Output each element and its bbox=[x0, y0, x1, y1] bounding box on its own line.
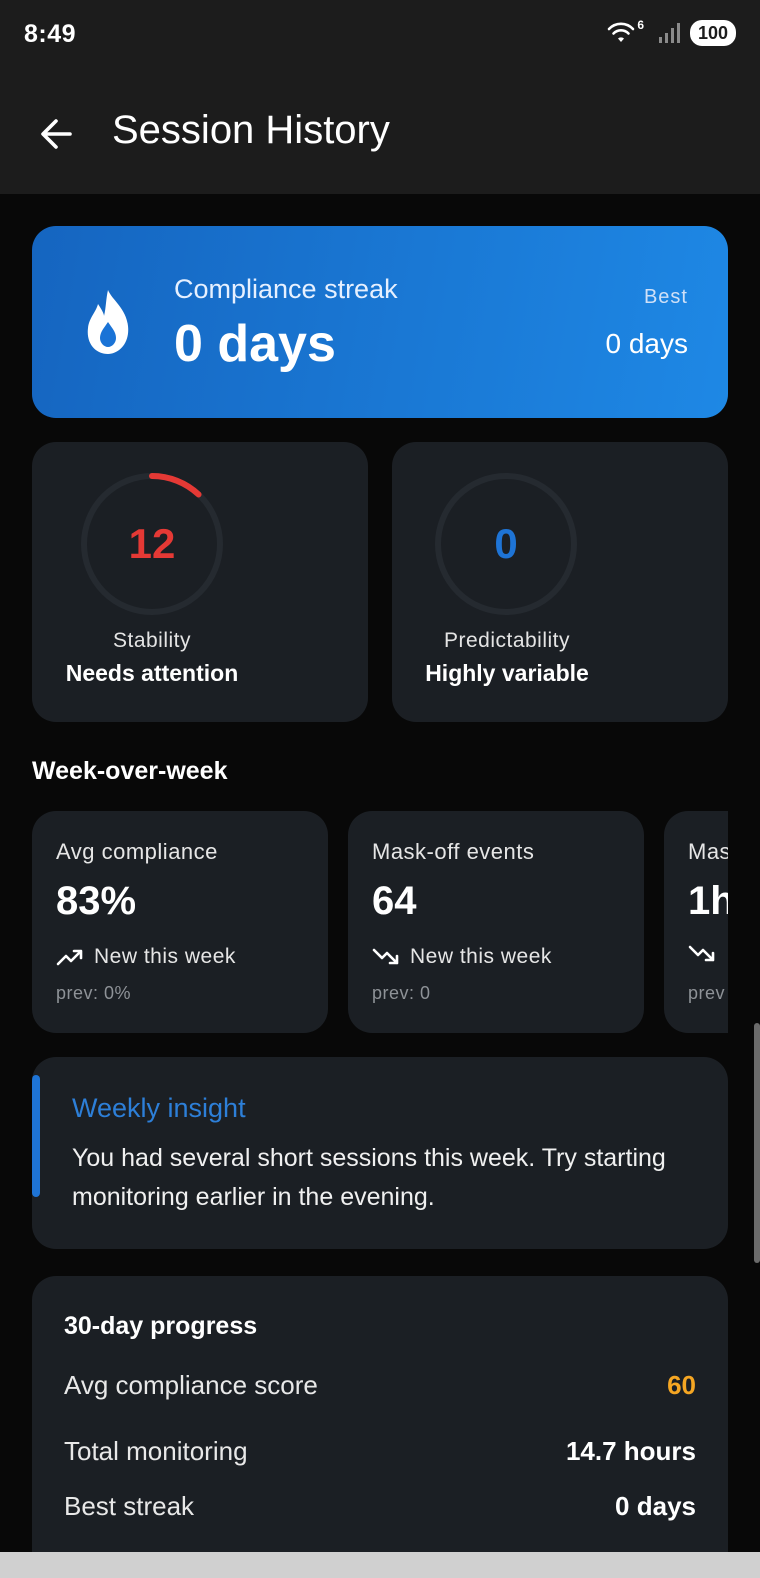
wow-value: 1h bbox=[688, 879, 728, 923]
progress-row-value: 0 days bbox=[615, 1491, 696, 1521]
progress-card: 30-day progress Avg compliance score 60 … bbox=[32, 1276, 728, 1578]
stability-status: Needs attention bbox=[65, 660, 239, 686]
scrollbar-thumb[interactable] bbox=[754, 1023, 760, 1263]
status-icons: 6 100 bbox=[607, 18, 736, 46]
wow-value: 64 bbox=[372, 879, 417, 923]
progress-row-value: 60 bbox=[667, 1370, 696, 1400]
stability-label: Stability bbox=[112, 629, 192, 652]
stability-card[interactable]: 12 Stability Needs attention bbox=[32, 442, 368, 722]
predictability-label: Predictability bbox=[443, 629, 571, 652]
avg-compliance-card[interactable]: Avg compliance 83% New this week prev: 0… bbox=[32, 811, 328, 1033]
compliance-streak-card: Compliance streak 0 days Best 0 days bbox=[32, 226, 728, 418]
signal-icon bbox=[659, 23, 680, 43]
wow-trend-text: New this week bbox=[410, 945, 552, 968]
week-over-week-carousel[interactable]: Avg compliance 83% New this week prev: 0… bbox=[32, 811, 728, 1035]
trending-up-icon bbox=[56, 949, 83, 966]
wow-prev: prev bbox=[688, 983, 726, 1003]
stability-value: 12 bbox=[128, 520, 176, 567]
progress-row-best-streak: Best streak 0 days bbox=[64, 1491, 696, 1522]
progress-title: 30-day progress bbox=[64, 1312, 258, 1340]
weekly-insight-card: Weekly insight You had several short ses… bbox=[32, 1057, 728, 1249]
mask-duration-card[interactable]: Mas 1h prev bbox=[664, 811, 728, 1033]
progress-row-label: Total monitoring bbox=[64, 1436, 248, 1466]
wow-trend: New this week bbox=[372, 945, 552, 969]
trending-down-icon bbox=[688, 945, 715, 962]
wow-trend-text: New this week bbox=[94, 945, 236, 968]
arrow-left-icon bbox=[41, 119, 72, 149]
progress-row-avg-score: Avg compliance score 60 bbox=[64, 1370, 696, 1401]
wifi-badge: 6 bbox=[637, 18, 644, 32]
wow-prev: prev: 0 bbox=[372, 983, 431, 1003]
battery-indicator: 100 bbox=[690, 20, 736, 46]
flame-drop-icon bbox=[87, 290, 129, 354]
wow-value: 83% bbox=[56, 879, 137, 923]
status-time: 8:49 bbox=[24, 20, 77, 48]
progress-row-value: 14.7 hours bbox=[565, 1436, 696, 1466]
wifi-icon bbox=[608, 22, 635, 42]
best-streak-label: Best bbox=[643, 286, 688, 308]
wow-label: Mask-off events bbox=[372, 839, 535, 864]
streak-label: Compliance streak bbox=[174, 274, 398, 304]
progress-row-label: Avg compliance score bbox=[64, 1370, 318, 1400]
streak-value: 0 days bbox=[174, 315, 336, 373]
insight-title: Weekly insight bbox=[72, 1093, 246, 1123]
mask-off-events-card[interactable]: Mask-off events 64 New this week prev: 0 bbox=[348, 811, 644, 1033]
insight-accent-bar bbox=[32, 1075, 40, 1197]
insight-text: You had several short sessions this week… bbox=[72, 1144, 666, 1211]
app-bar: Session History bbox=[0, 72, 760, 194]
predictability-value: 0 bbox=[494, 520, 518, 567]
wow-trend: New this week bbox=[56, 945, 236, 969]
page-title: Session History bbox=[112, 108, 390, 152]
predictability-status: Highly variable bbox=[425, 660, 589, 686]
best-streak-value: 0 days bbox=[605, 328, 689, 359]
week-over-week-title: Week-over-week bbox=[32, 757, 228, 785]
bottom-bar bbox=[0, 1552, 760, 1578]
status-bar: 8:49 6 100 bbox=[0, 0, 760, 72]
wow-trend bbox=[688, 945, 726, 963]
progress-row-label: Best streak bbox=[64, 1491, 195, 1521]
trending-down-icon bbox=[372, 948, 399, 965]
wow-label: Mas bbox=[688, 839, 728, 864]
predictability-card[interactable]: 0 Predictability Highly variable bbox=[392, 442, 728, 722]
wow-prev: prev: 0% bbox=[56, 983, 132, 1003]
wow-label: Avg compliance bbox=[56, 839, 218, 864]
progress-row-total-monitoring: Total monitoring 14.7 hours bbox=[64, 1436, 696, 1467]
back-button[interactable] bbox=[34, 112, 78, 156]
